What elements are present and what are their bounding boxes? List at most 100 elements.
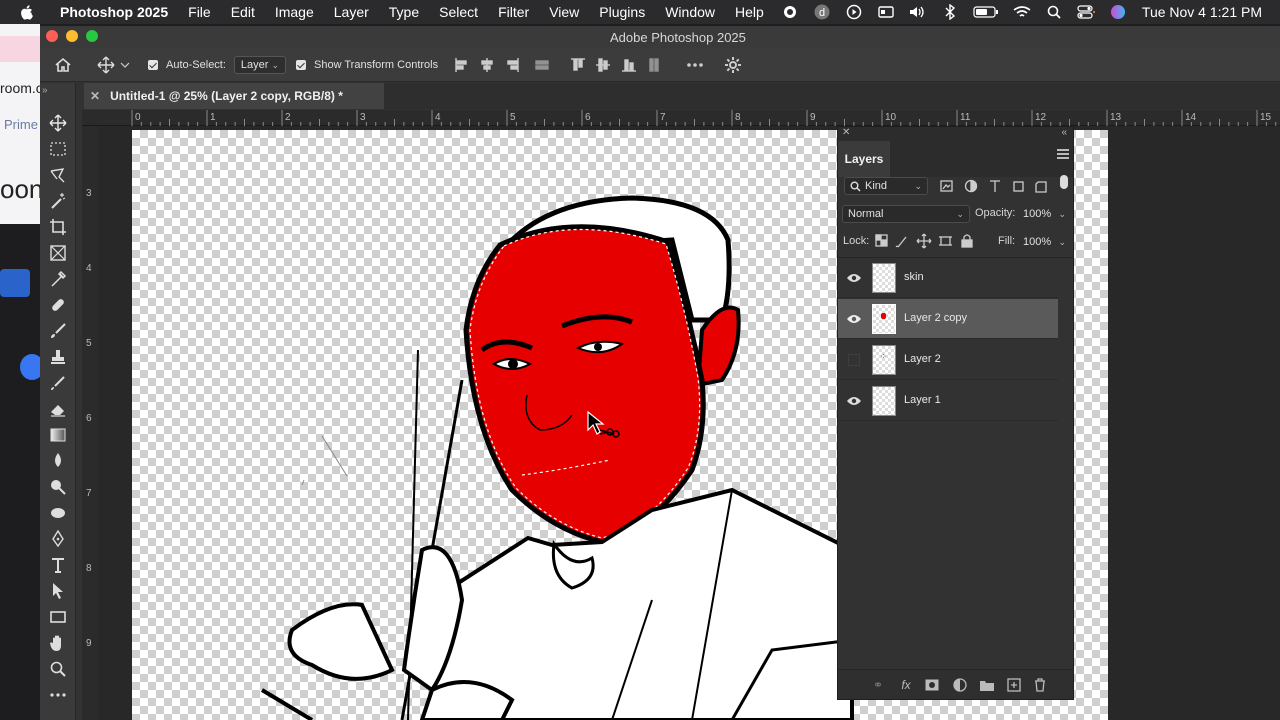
add-mask-icon[interactable] (923, 676, 941, 694)
home-button[interactable] (54, 48, 72, 82)
ruler-tick: 11 (960, 112, 971, 123)
filter-smart-object-icon (1035, 181, 1047, 193)
fx-icon[interactable]: fx (897, 676, 915, 694)
menu-plugins[interactable]: Plugins (589, 4, 655, 20)
auto-select-checkbox[interactable] (148, 60, 158, 70)
tab-layers[interactable]: Layers (838, 141, 890, 177)
trash-icon[interactable] (1031, 676, 1049, 694)
align-left-icon (455, 58, 467, 72)
ruler-tick: 5 (86, 338, 92, 349)
close-tab-icon[interactable]: ✕ (90, 89, 100, 103)
move-tool[interactable] (46, 111, 70, 135)
layer-name[interactable]: Layer 2 copy (904, 312, 967, 324)
svg-text:d: d (819, 7, 825, 19)
crop-tool[interactable] (46, 215, 70, 239)
panel-menu-icon[interactable] (1057, 149, 1069, 159)
more-options-button[interactable] (686, 48, 704, 82)
window-icon[interactable] (877, 3, 895, 21)
bg-window-text-2: Prime (4, 117, 38, 132)
layer-row-layer-2[interactable]: ⁘ Layer 2 (838, 340, 1058, 380)
canvas-workspace[interactable] (98, 126, 1280, 720)
eye-icon[interactable] (846, 270, 862, 286)
eye-icon[interactable] (846, 393, 862, 409)
layer-row-layer-1[interactable]: Layer 1 (838, 381, 1058, 421)
fill-input[interactable]: 100% ⌄ (1018, 233, 1068, 251)
rectangle-tool[interactable] (46, 605, 70, 629)
menu-filter[interactable]: Filter (488, 4, 539, 20)
apple-logo-icon[interactable] (18, 3, 36, 21)
record-icon[interactable] (781, 3, 799, 21)
layer-filter-dropdown[interactable]: Kind ⌄ (844, 177, 928, 195)
show-transform-checkbox[interactable] (296, 60, 306, 70)
lasso-tool[interactable] (46, 163, 70, 187)
auto-select-group: Auto-Select: Layer ⌄ (148, 48, 287, 82)
eye-hidden-icon[interactable] (848, 354, 860, 366)
menu-app-name[interactable]: Photoshop 2025 (46, 4, 178, 20)
auto-select-label: Auto-Select: (166, 59, 226, 71)
ruler-tick: 0 (135, 112, 141, 123)
layer-name[interactable]: Layer 1 (904, 394, 941, 406)
hand-tool[interactable] (46, 631, 70, 655)
menu-file[interactable]: File (178, 4, 221, 20)
d-app-icon[interactable]: d (813, 3, 831, 21)
move-tool-preset[interactable] (96, 48, 130, 82)
toolbar-collapse-icon[interactable]: » (42, 85, 48, 96)
brush-tool[interactable] (46, 319, 70, 343)
layer-row-layer-2-copy[interactable]: Layer 2 copy (838, 299, 1058, 339)
edit-toolbar-icon[interactable] (46, 683, 70, 707)
bluetooth-icon[interactable] (941, 3, 959, 21)
layer-row-skin[interactable]: skin (838, 258, 1058, 298)
menu-help[interactable]: Help (725, 4, 774, 20)
volume-icon[interactable] (909, 3, 927, 21)
zoom-tool[interactable] (46, 657, 70, 681)
layer-thumbnail (872, 386, 896, 416)
link-layers-icon[interactable]: ⚭ (869, 676, 887, 694)
menu-edit[interactable]: Edit (221, 4, 265, 20)
ruler-tick: 10 (885, 112, 897, 123)
battery-icon[interactable] (973, 3, 999, 21)
pen-tool[interactable] (46, 527, 70, 551)
gradient-tool[interactable] (46, 423, 70, 447)
blur-tool[interactable] (46, 449, 70, 473)
search-icon[interactable] (1045, 3, 1063, 21)
close-panel-icon[interactable]: ✕ (842, 127, 850, 138)
type-tool[interactable] (46, 553, 70, 577)
menu-image[interactable]: Image (265, 4, 324, 20)
frame-tool[interactable] (46, 241, 70, 265)
menu-window[interactable]: Window (655, 4, 725, 20)
adjustment-layer-icon[interactable] (951, 676, 969, 694)
auto-select-dropdown[interactable]: Layer ⌄ (233, 56, 287, 74)
history-brush-tool[interactable] (46, 371, 70, 395)
eye-icon[interactable] (846, 311, 862, 327)
clone-stamp-tool[interactable] (46, 345, 70, 369)
settings-button[interactable] (725, 48, 741, 82)
eraser-tool[interactable] (46, 397, 70, 421)
blend-mode-dropdown[interactable]: Normal ⌄ (842, 205, 970, 223)
path-selection-tool[interactable] (46, 579, 70, 603)
wifi-icon[interactable] (1013, 3, 1031, 21)
layer-name[interactable]: Layer 2 (904, 353, 941, 365)
menu-layer[interactable]: Layer (324, 4, 379, 20)
marquee-tool[interactable] (46, 137, 70, 161)
magic-wand-tool[interactable] (46, 189, 70, 213)
menu-type[interactable]: Type (379, 4, 429, 20)
menu-clock[interactable]: Tue Nov 4 1:21 PM (1142, 4, 1262, 20)
control-center-icon[interactable] (1077, 3, 1095, 21)
collapse-panel-icon[interactable]: « (1061, 127, 1067, 138)
healing-brush-tool[interactable] (46, 293, 70, 317)
menu-select[interactable]: Select (429, 4, 488, 20)
new-group-icon[interactable] (978, 676, 996, 694)
ruler-tick: 2 (285, 112, 291, 123)
siri-icon[interactable] (1109, 3, 1127, 21)
menu-view[interactable]: View (539, 4, 589, 20)
tools-panel: » (40, 83, 76, 720)
sponge-tool[interactable] (46, 501, 70, 525)
filter-toggle-icon[interactable] (1060, 175, 1068, 189)
eyedropper-tool[interactable] (46, 267, 70, 291)
play-icon[interactable] (845, 3, 863, 21)
dodge-tool[interactable] (46, 475, 70, 499)
document-tab-active[interactable]: ✕ Untitled-1 @ 25% (Layer 2 copy, RGB/8)… (84, 83, 384, 109)
new-layer-icon[interactable] (1005, 676, 1023, 694)
opacity-input[interactable]: 100% ⌄ (1018, 205, 1068, 223)
layer-name[interactable]: skin (904, 271, 924, 283)
